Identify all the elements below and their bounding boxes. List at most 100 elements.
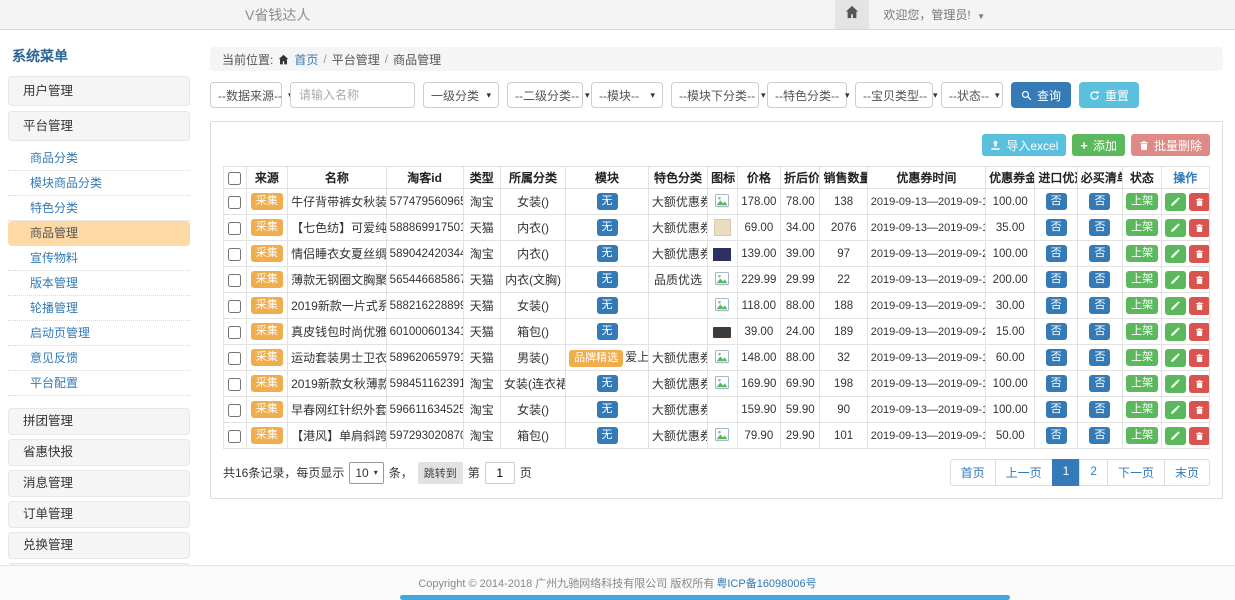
- jump-page-input[interactable]: [485, 462, 515, 484]
- sidebar-item-link[interactable]: 宣传物料: [8, 246, 190, 271]
- delete-button[interactable]: [1189, 297, 1210, 315]
- home-button[interactable]: [835, 0, 869, 29]
- user-menu[interactable]: 欢迎您，管理员! ▼: [869, 6, 985, 23]
- row-checkbox[interactable]: [228, 300, 241, 313]
- row-checkbox[interactable]: [228, 196, 241, 209]
- delete-button[interactable]: [1189, 245, 1210, 263]
- import-select-toggle[interactable]: 否: [1046, 401, 1067, 418]
- row-checkbox[interactable]: [228, 378, 241, 391]
- add-button[interactable]: + 添加: [1072, 134, 1125, 156]
- status-badge[interactable]: 上架: [1126, 219, 1158, 236]
- module-badge[interactable]: 无: [597, 219, 618, 236]
- sidebar-group-item[interactable]: 订单管理: [8, 501, 190, 528]
- status-badge[interactable]: 上架: [1126, 297, 1158, 314]
- category2-select[interactable]: --二级分类--: [507, 82, 583, 108]
- special-category-select[interactable]: --特色分类--: [767, 82, 847, 108]
- page-size-select[interactable]: 10: [349, 462, 383, 484]
- delete-button[interactable]: [1189, 323, 1210, 341]
- batch-delete-button[interactable]: 批量删除: [1131, 134, 1210, 156]
- delete-button[interactable]: [1189, 193, 1210, 211]
- delete-button[interactable]: [1189, 219, 1210, 237]
- sidebar-item-link[interactable]: 版本管理: [8, 271, 190, 296]
- reset-button[interactable]: 重置: [1079, 82, 1139, 108]
- import-select-toggle[interactable]: 否: [1046, 245, 1067, 262]
- sidebar-group-item[interactable]: 平台管理: [8, 111, 190, 141]
- import-select-toggle[interactable]: 否: [1046, 349, 1067, 366]
- must-buy-toggle[interactable]: 否: [1089, 271, 1110, 288]
- row-checkbox[interactable]: [228, 352, 241, 365]
- pager-button[interactable]: 首页: [950, 459, 996, 486]
- sidebar-item-link[interactable]: 商品分类: [8, 146, 190, 171]
- status-badge[interactable]: 上架: [1126, 271, 1158, 288]
- search-button[interactable]: 查询: [1011, 82, 1071, 108]
- row-checkbox[interactable]: [228, 326, 241, 339]
- must-buy-toggle[interactable]: 否: [1089, 219, 1110, 236]
- edit-button[interactable]: [1165, 245, 1186, 263]
- sidebar-group-item[interactable]: 消息管理: [8, 470, 190, 497]
- edit-button[interactable]: [1165, 401, 1186, 419]
- pager-button[interactable]: 下一页: [1107, 459, 1165, 486]
- sidebar-item-link[interactable]: 模块商品分类: [8, 171, 190, 196]
- module-badge[interactable]: 无: [597, 427, 618, 444]
- edit-button[interactable]: [1165, 193, 1186, 211]
- edit-button[interactable]: [1165, 271, 1186, 289]
- row-checkbox[interactable]: [228, 274, 241, 287]
- must-buy-toggle[interactable]: 否: [1089, 349, 1110, 366]
- status-badge[interactable]: 上架: [1126, 193, 1158, 210]
- row-checkbox[interactable]: [228, 430, 241, 443]
- must-buy-toggle[interactable]: 否: [1089, 193, 1110, 210]
- pager-button[interactable]: 上一页: [995, 459, 1053, 486]
- data-source-select[interactable]: --数据来源--: [210, 82, 282, 108]
- sidebar-group-item[interactable]: 兑换管理: [8, 532, 190, 559]
- edit-button[interactable]: [1165, 219, 1186, 237]
- sidebar-item-link[interactable]: 意见反馈: [8, 346, 190, 371]
- edit-button[interactable]: [1165, 375, 1186, 393]
- must-buy-toggle[interactable]: 否: [1089, 401, 1110, 418]
- jump-button[interactable]: 跳转到: [418, 462, 463, 484]
- edit-button[interactable]: [1165, 427, 1186, 445]
- module-badge[interactable]: 无: [597, 193, 618, 210]
- sidebar-item-link[interactable]: 平台配置: [8, 371, 190, 396]
- import-select-toggle[interactable]: 否: [1046, 323, 1067, 340]
- breadcrumb-home-link[interactable]: 首页: [294, 51, 318, 68]
- module-badge[interactable]: 品牌精选: [569, 350, 623, 367]
- import-select-toggle[interactable]: 否: [1046, 375, 1067, 392]
- edit-button[interactable]: [1165, 323, 1186, 341]
- delete-button[interactable]: [1189, 427, 1210, 445]
- module-badge[interactable]: 无: [597, 401, 618, 418]
- pager-button[interactable]: 1: [1052, 459, 1081, 486]
- import-excel-button[interactable]: 导入excel: [982, 134, 1066, 156]
- sidebar-item-active[interactable]: 商品管理: [8, 221, 190, 246]
- status-select[interactable]: --状态--: [941, 82, 1003, 108]
- must-buy-toggle[interactable]: 否: [1089, 323, 1110, 340]
- delete-button[interactable]: [1189, 401, 1210, 419]
- module-badge[interactable]: 无: [597, 271, 618, 288]
- pager-button[interactable]: 2: [1079, 459, 1108, 486]
- status-badge[interactable]: 上架: [1126, 375, 1158, 392]
- sidebar-item-link[interactable]: 启动页管理: [8, 321, 190, 346]
- module-select[interactable]: --模块--: [591, 82, 663, 108]
- sidebar-item-link[interactable]: 轮播管理: [8, 296, 190, 321]
- row-checkbox[interactable]: [228, 222, 241, 235]
- name-search-input[interactable]: [290, 82, 415, 108]
- row-checkbox[interactable]: [228, 404, 241, 417]
- row-checkbox[interactable]: [228, 248, 241, 261]
- module-badge[interactable]: 无: [597, 323, 618, 340]
- status-badge[interactable]: 上架: [1126, 349, 1158, 366]
- edit-button[interactable]: [1165, 297, 1186, 315]
- status-badge[interactable]: 上架: [1126, 323, 1158, 340]
- sidebar-group-item[interactable]: 省惠快报: [8, 439, 190, 466]
- delete-button[interactable]: [1189, 271, 1210, 289]
- import-select-toggle[interactable]: 否: [1046, 297, 1067, 314]
- pager-button[interactable]: 末页: [1164, 459, 1210, 486]
- module-badge[interactable]: 无: [597, 297, 618, 314]
- item-type-select[interactable]: --宝贝类型--: [855, 82, 933, 108]
- must-buy-toggle[interactable]: 否: [1089, 427, 1110, 444]
- sidebar-group-item[interactable]: 用户管理: [8, 76, 190, 106]
- import-select-toggle[interactable]: 否: [1046, 193, 1067, 210]
- delete-button[interactable]: [1189, 375, 1210, 393]
- delete-button[interactable]: [1189, 349, 1210, 367]
- edit-button[interactable]: [1165, 349, 1186, 367]
- must-buy-toggle[interactable]: 否: [1089, 297, 1110, 314]
- sidebar-item-link[interactable]: 特色分类: [8, 196, 190, 221]
